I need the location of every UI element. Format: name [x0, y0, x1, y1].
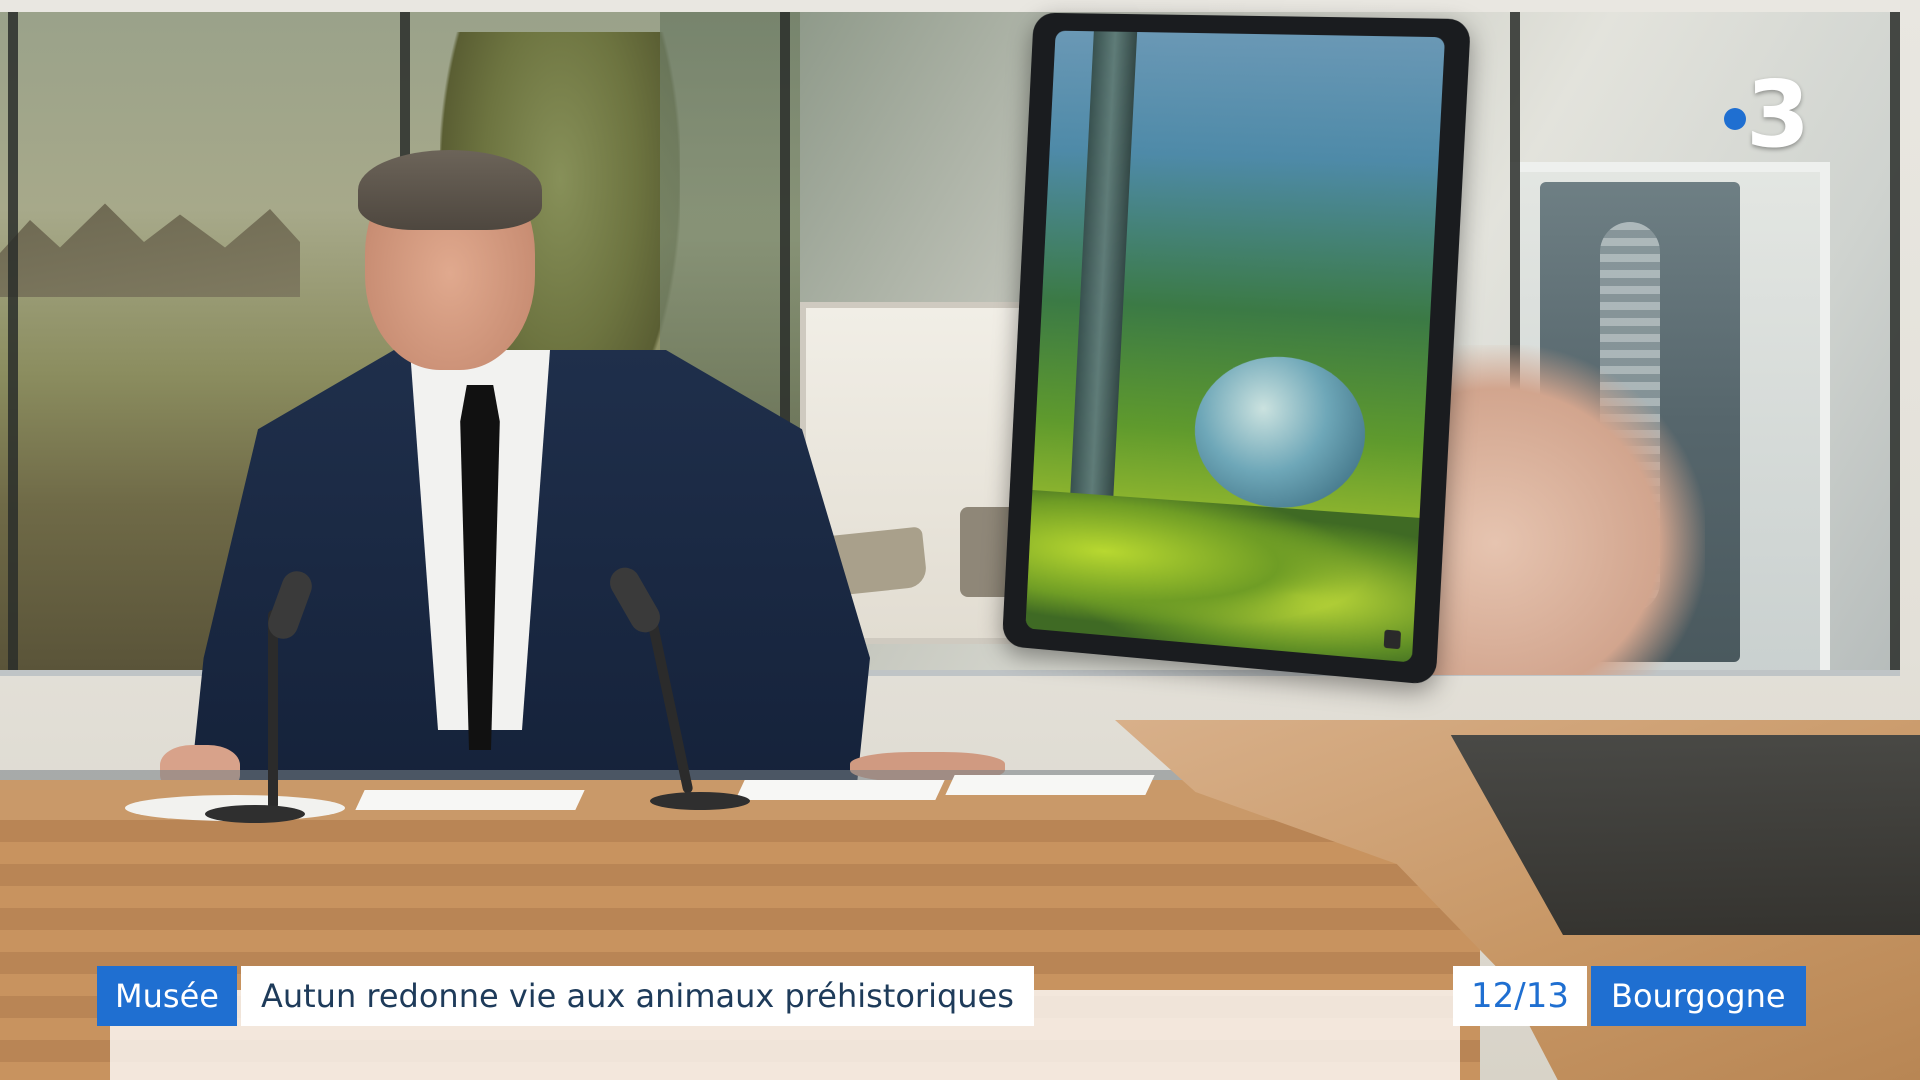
desk-papers	[355, 790, 584, 810]
anchor-hair	[358, 150, 542, 230]
france-3-logo: 3	[1722, 65, 1832, 165]
logo-dot	[1724, 108, 1746, 130]
info-icon	[1384, 630, 1401, 650]
virtual-tree-trunk	[1070, 31, 1137, 496]
logo-number: 3	[1746, 65, 1810, 165]
microphone-base	[650, 792, 750, 810]
virtual-ferns	[1025, 490, 1419, 663]
program-tag: 12/13 Bourgogne	[1453, 966, 1806, 1026]
desk-papers	[945, 775, 1154, 795]
microphone-stand	[268, 610, 278, 810]
lower-third: Musée Autun redonne vie aux animaux préh…	[97, 966, 1034, 1026]
lower-third-category: Musée	[97, 966, 237, 1026]
program-edition: 12/13	[1453, 966, 1587, 1026]
wall-mullion	[8, 12, 18, 670]
lower-third-headline: Autun redonne vie aux animaux préhistori…	[241, 966, 1034, 1026]
tablet-screen-forest	[1025, 31, 1445, 663]
desk-papers	[735, 780, 944, 800]
news-broadcast-frame: 3 Musée Autun redonne vie aux animaux pr…	[0, 0, 1920, 1080]
program-region: Bourgogne	[1591, 966, 1806, 1026]
microphone-base	[205, 805, 305, 823]
virtual-rock	[1191, 352, 1369, 513]
wall-mullion	[1890, 12, 1900, 670]
tablet	[1002, 13, 1471, 686]
